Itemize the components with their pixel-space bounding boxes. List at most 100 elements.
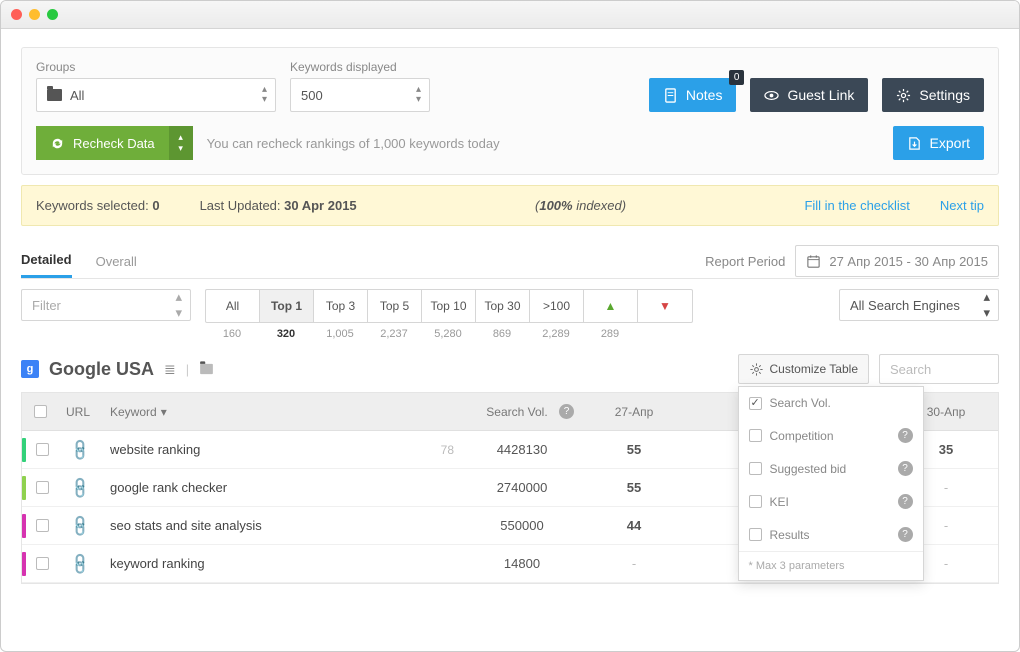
dropdown-item-suggested-bid[interactable]: Suggested bid? bbox=[739, 452, 923, 485]
recheck-dropdown-toggle[interactable]: ▴▾ bbox=[169, 126, 193, 160]
checklist-link[interactable]: Fill in the checklist bbox=[804, 198, 909, 213]
segment-count: 160 bbox=[205, 323, 259, 340]
row-checkbox[interactable] bbox=[36, 557, 49, 570]
help-icon[interactable]: ? bbox=[898, 494, 913, 509]
checkbox[interactable] bbox=[749, 528, 762, 541]
keywords-selected: Keywords selected: 0 bbox=[36, 198, 160, 213]
link-icon[interactable]: 🔗 bbox=[67, 513, 93, 539]
dropdown-item-results[interactable]: Results? bbox=[739, 518, 923, 551]
dropdown-item-label: Search Vol. bbox=[770, 396, 831, 410]
segment-all[interactable]: All bbox=[206, 290, 260, 322]
col-url[interactable]: URL bbox=[58, 405, 102, 419]
table-search-input[interactable]: Search bbox=[879, 354, 999, 384]
segment-top30[interactable]: Top 30 bbox=[476, 290, 530, 322]
groups-select[interactable]: All ▴▾ bbox=[36, 78, 276, 112]
dropdown-item-label: KEI bbox=[770, 495, 789, 509]
sort-indicator-icon: ▾ bbox=[161, 405, 167, 419]
rank-segments: AllTop 1Top 3Top 5Top 10Top 30>100▲▼ 160… bbox=[205, 289, 693, 340]
tab-overall[interactable]: Overall bbox=[96, 246, 137, 277]
dropdown-item-kei[interactable]: KEI? bbox=[739, 485, 923, 518]
col-search-vol[interactable]: Search Vol. ? bbox=[462, 404, 582, 419]
refresh-icon bbox=[50, 136, 65, 151]
traffic-lights bbox=[11, 9, 58, 20]
notes-button[interactable]: Notes bbox=[649, 78, 737, 112]
chevron-down-icon: ▴▾ bbox=[416, 85, 421, 105]
filter-select[interactable]: Filter ▴▾ bbox=[21, 289, 191, 321]
folder-icon[interactable] bbox=[200, 364, 213, 374]
report-period-picker[interactable]: 27 Апр 2015 - 30 Апр 2015 bbox=[795, 245, 999, 277]
checkbox[interactable] bbox=[749, 397, 762, 410]
dropdown-item-search-vol-[interactable]: Search Vol. bbox=[739, 387, 923, 419]
google-icon: g bbox=[21, 360, 39, 378]
keyword-count: 78 bbox=[408, 443, 462, 457]
search-engine-select[interactable]: All Search Engines ▴▾ bbox=[839, 289, 999, 321]
close-window-icon[interactable] bbox=[11, 9, 22, 20]
view-tabs: Detailed Overall Report Period 27 Апр 20… bbox=[21, 244, 999, 279]
app-window: Groups All ▴▾ Keywords displayed 500 ▴▾ bbox=[0, 0, 1020, 652]
search-vol-cell: 550000 bbox=[462, 518, 582, 533]
segment-moved-down[interactable]: ▼ bbox=[638, 290, 692, 322]
col-date-1[interactable]: 27-Апр bbox=[582, 405, 686, 419]
guest-link-button[interactable]: Guest Link bbox=[750, 78, 868, 112]
keyword-cell: seo stats and site analysis bbox=[102, 518, 408, 533]
row-checkbox[interactable] bbox=[36, 519, 49, 532]
help-icon[interactable]: ? bbox=[559, 404, 574, 419]
link-icon[interactable]: 🔗 bbox=[67, 475, 93, 501]
content-area: Groups All ▴▾ Keywords displayed 500 ▴▾ bbox=[1, 29, 1019, 584]
link-icon[interactable]: 🔗 bbox=[67, 551, 93, 577]
report-period-value: 27 Апр 2015 - 30 Апр 2015 bbox=[829, 254, 988, 269]
row-checkbox[interactable] bbox=[36, 481, 49, 494]
tab-detailed[interactable]: Detailed bbox=[21, 244, 72, 278]
segment-top3[interactable]: Top 3 bbox=[314, 290, 368, 322]
dropdown-item-competition[interactable]: Competition? bbox=[739, 419, 923, 452]
export-label: Export bbox=[930, 135, 970, 151]
customize-dropdown: Search Vol.Competition?Suggested bid?KEI… bbox=[738, 386, 924, 581]
indexed-status: (100% indexed) bbox=[357, 198, 805, 213]
status-bar: Keywords selected: 0 Last Updated: 30 Ap… bbox=[21, 185, 999, 226]
customize-label: Customize Table bbox=[770, 362, 859, 376]
engine-title: Google USA bbox=[49, 359, 154, 380]
row-checkbox[interactable] bbox=[36, 443, 49, 456]
select-all-checkbox[interactable] bbox=[34, 405, 47, 418]
segment-count: 289 bbox=[583, 323, 637, 340]
kw-displayed-value: 500 bbox=[301, 88, 323, 103]
gear-icon bbox=[896, 88, 911, 103]
settings-button[interactable]: Settings bbox=[882, 78, 984, 112]
chevron-down-icon: ▴▾ bbox=[175, 289, 182, 321]
settings-label: Settings bbox=[919, 87, 970, 103]
next-tip-link[interactable]: Next tip bbox=[940, 198, 984, 213]
recheck-hint: You can recheck rankings of 1,000 keywor… bbox=[207, 136, 500, 151]
checkbox[interactable] bbox=[749, 462, 762, 475]
segment-top5[interactable]: Top 5 bbox=[368, 290, 422, 322]
export-icon bbox=[907, 136, 922, 151]
recheck-label: Recheck Data bbox=[73, 136, 155, 151]
customize-table-button[interactable]: Customize Table bbox=[738, 354, 870, 384]
gear-icon bbox=[749, 362, 764, 377]
kw-displayed-select[interactable]: 500 ▴▾ bbox=[290, 78, 430, 112]
segment-100[interactable]: >100 bbox=[530, 290, 584, 322]
rank-cell: - bbox=[582, 556, 686, 571]
segment-top1[interactable]: Top 1 bbox=[260, 290, 314, 322]
help-icon[interactable]: ? bbox=[898, 461, 913, 476]
segment-moved-up[interactable]: ▲ bbox=[584, 290, 638, 322]
link-icon[interactable]: 🔗 bbox=[67, 437, 93, 463]
export-button[interactable]: Export bbox=[893, 126, 984, 160]
help-icon[interactable]: ? bbox=[898, 527, 913, 542]
eye-icon bbox=[764, 88, 779, 103]
search-placeholder: Search bbox=[890, 362, 931, 377]
dropdown-item-label: Suggested bid bbox=[770, 462, 847, 476]
segment-count: 869 bbox=[475, 323, 529, 340]
col-keyword[interactable]: Keyword ▾ bbox=[102, 405, 462, 419]
checkbox[interactable] bbox=[749, 495, 762, 508]
maximize-window-icon[interactable] bbox=[47, 9, 58, 20]
rank-cell: 55 bbox=[582, 442, 686, 457]
recheck-data-button[interactable]: Recheck Data ▴▾ bbox=[36, 126, 193, 160]
search-vol-cell: 4428130 bbox=[462, 442, 582, 457]
help-icon[interactable]: ? bbox=[898, 428, 913, 443]
list-view-icon[interactable]: ≣ bbox=[164, 361, 176, 378]
segment-count: 320 bbox=[259, 323, 313, 340]
checkbox[interactable] bbox=[749, 429, 762, 442]
segment-top10[interactable]: Top 10 bbox=[422, 290, 476, 322]
segment-count: 1,005 bbox=[313, 323, 367, 340]
minimize-window-icon[interactable] bbox=[29, 9, 40, 20]
